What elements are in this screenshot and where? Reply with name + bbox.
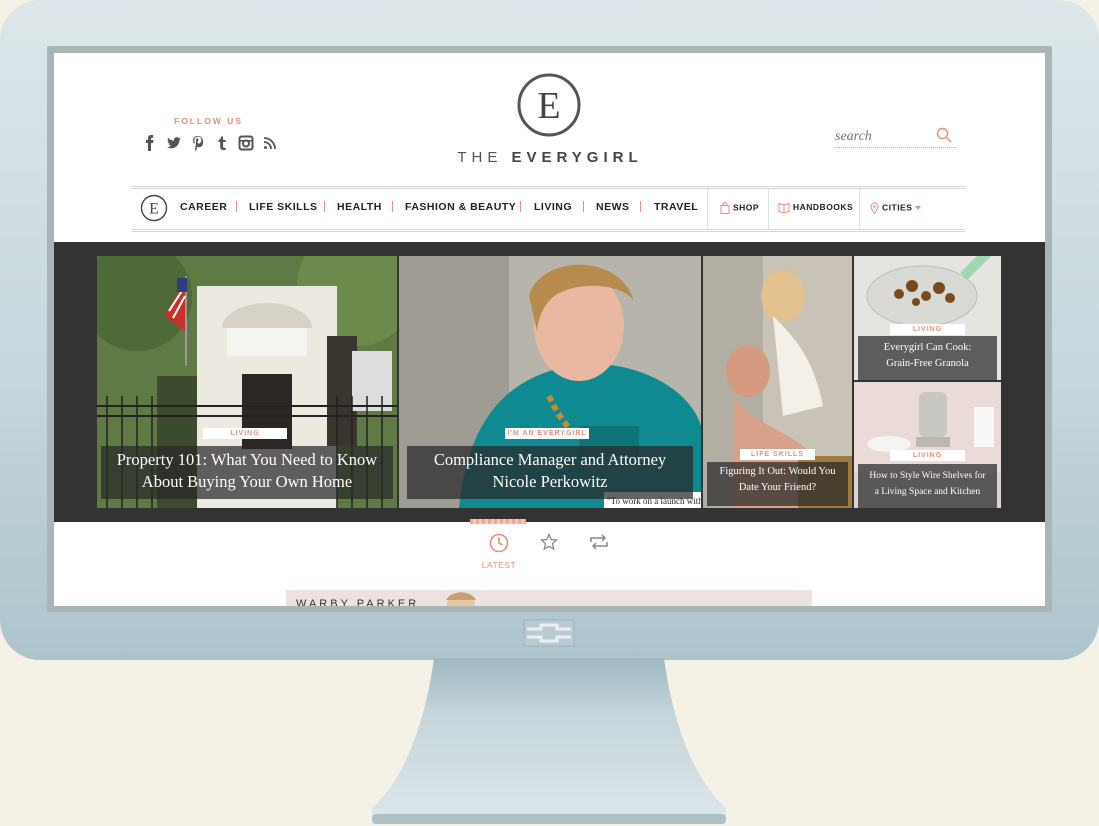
story-tag[interactable]: LIVING (203, 428, 287, 439)
story-card-date-your-friend[interactable]: LIFE SKILLS Figuring It Out: Would You D… (703, 256, 852, 508)
nav-separator (640, 201, 641, 212)
featured-stories: LIVING Property 101: What You Need to Kn… (54, 242, 1045, 522)
story-title[interactable]: Property 101: What You Need to Know Abou… (101, 446, 393, 499)
repeat-icon (590, 534, 608, 550)
story-title-line: Figuring It Out: Would You (719, 466, 836, 477)
story-title[interactable]: Compliance Manager and Attorney Nicole P… (407, 446, 693, 499)
tab-latest-label: LATEST (481, 560, 517, 570)
story-card-property[interactable]: LIVING Property 101: What You Need to Kn… (97, 256, 397, 508)
social-links (142, 135, 278, 151)
location-pin-icon (870, 202, 879, 215)
ad-banner[interactable]: WARBY PARKER (286, 590, 812, 606)
nav-separator (583, 201, 584, 212)
story-title-line: Everygirl Can Cook: (883, 342, 972, 353)
story-title-line: How to Style Wire Shelves for (869, 471, 986, 481)
nav-life-skills[interactable]: LIFE SKILLS (249, 201, 318, 213)
nav-divider (707, 189, 708, 229)
nav-separator (236, 201, 237, 212)
clock-icon (489, 533, 509, 553)
nav-divider (768, 189, 769, 229)
pinterest-icon[interactable] (190, 135, 206, 151)
logo-letter: E (537, 85, 560, 127)
nav-separator (520, 201, 521, 212)
website-screen: FOLLOW US E THE EVERYGIRL search E CAREE… (54, 53, 1045, 606)
search-icon[interactable] (936, 127, 952, 143)
nav-shop[interactable]: SHOP (720, 202, 759, 214)
tumblr-icon[interactable] (214, 135, 230, 151)
nav-logo-icon[interactable]: E (140, 194, 168, 222)
nav-fashion-beauty[interactable]: FASHION & BEAUTY (405, 201, 516, 213)
nav-news[interactable]: NEWS (596, 201, 630, 213)
twitter-icon[interactable] (166, 135, 182, 151)
brand-wordmark[interactable]: THE EVERYGIRL (450, 149, 650, 166)
nav-handbooks[interactable]: HANDBOOKS (778, 202, 854, 214)
nav-handbooks-label: HANDBOOKS (793, 202, 854, 212)
tab-popular[interactable] (588, 533, 610, 556)
story-title[interactable]: How to Style Wire Shelves for a Living S… (858, 464, 997, 508)
tab-featured[interactable] (539, 532, 559, 556)
brand-prefix: THE (457, 149, 503, 166)
story-tag[interactable]: LIVING (890, 450, 965, 461)
story-tag[interactable]: I'M AN EVERYGIRL (505, 428, 589, 439)
monitor-stand (372, 658, 726, 824)
story-card-wire-shelves[interactable]: LIVING How to Style Wire Shelves for a L… (854, 382, 1001, 508)
follow-us-label: FOLLOW US (174, 116, 243, 126)
search-field (835, 127, 956, 148)
monitor-logo-icon (523, 619, 575, 647)
nav-logo-letter: E (149, 201, 159, 218)
brand-name: EVERYGIRL (511, 149, 643, 166)
story-title-line: a Living Space and Kitchen (874, 487, 981, 497)
ad-text: WARBY PARKER (296, 598, 420, 606)
story-tag[interactable]: LIFE SKILLS (740, 449, 815, 460)
search-input[interactable] (835, 129, 930, 145)
nav-travel[interactable]: TRAVEL (654, 201, 698, 213)
story-card-compliance-manager[interactable]: "To work on a launch with a I'M AN EVERY… (399, 256, 701, 508)
active-tab-indicator (470, 519, 526, 524)
tab-latest[interactable]: LATEST (482, 533, 516, 570)
everygirl-logo-icon[interactable]: E (517, 73, 581, 137)
instagram-icon[interactable] (238, 135, 254, 151)
story-card-granola[interactable]: LIVING Everygirl Can Cook: Grain-Free Gr… (854, 256, 1001, 380)
star-icon (539, 532, 559, 551)
story-title-line: Compliance Manager and Attorney (433, 450, 667, 469)
ad-photo (446, 592, 476, 606)
story-title-line: Grain-Free Granola (886, 358, 969, 369)
nav-divider (859, 189, 860, 229)
book-icon (778, 203, 790, 214)
story-title-line: Date Your Friend? (738, 482, 817, 493)
story-title-line: Property 101: What You Need to Know (116, 450, 378, 469)
chevron-down-icon (915, 206, 922, 210)
nav-shop-label: SHOP (733, 202, 760, 213)
nav-separator (392, 201, 393, 212)
nav-career[interactable]: CAREER (180, 201, 227, 213)
nav-separator (324, 201, 325, 212)
story-title[interactable]: Everygirl Can Cook: Grain-Free Granola (858, 336, 997, 380)
nav-health[interactable]: HEALTH (337, 201, 382, 213)
main-nav: E CAREER LIFE SKILLS HEALTH FASHION & BE… (132, 186, 965, 232)
facebook-icon[interactable] (142, 135, 158, 151)
rss-icon[interactable] (262, 135, 278, 151)
nav-cities-label: CITIES (882, 202, 913, 213)
nav-living[interactable]: LIVING (534, 201, 572, 213)
nav-cities[interactable]: CITIES (870, 202, 924, 215)
shopping-bag-icon (720, 202, 730, 214)
story-tag[interactable]: LIVING (890, 324, 965, 335)
story-title-line: About Buying Your Own Home (141, 472, 353, 491)
story-title-line: Nicole Perkowitz (492, 472, 608, 491)
story-title[interactable]: Figuring It Out: Would You Date Your Fri… (707, 462, 848, 506)
